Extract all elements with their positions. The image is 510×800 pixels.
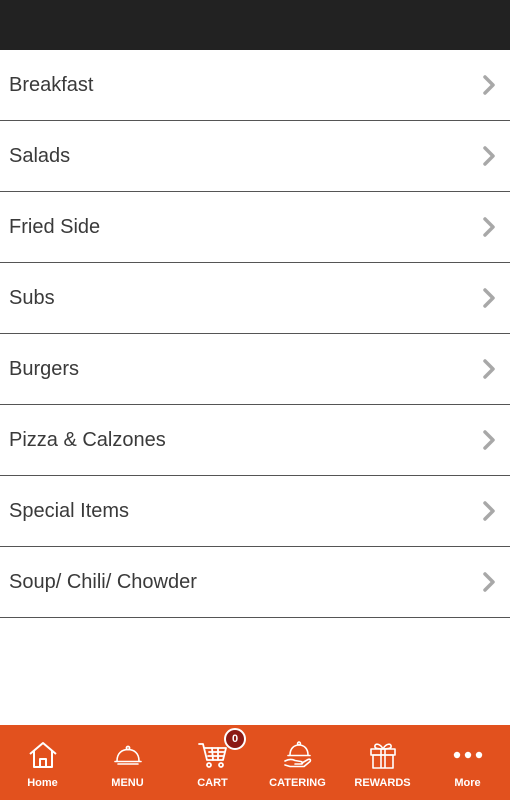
tab-label: REWARDS <box>354 777 411 789</box>
cart-count-badge: 0 <box>224 728 246 750</box>
tab-catering[interactable]: CATERING <box>255 725 340 800</box>
category-breakfast[interactable]: Breakfast <box>0 50 510 121</box>
category-label: Fried Side <box>9 215 101 238</box>
category-label: Breakfast <box>9 73 94 96</box>
top-header-bar <box>0 0 510 50</box>
tab-cart[interactable]: CART 0 <box>170 725 255 800</box>
home-icon <box>28 742 57 768</box>
chevron-right-icon <box>483 288 495 308</box>
category-label: Burgers <box>9 357 80 380</box>
chevron-right-icon <box>483 572 495 592</box>
catering-tray-icon <box>283 741 311 768</box>
tab-more[interactable]: More <box>425 725 510 800</box>
gift-icon <box>369 743 396 769</box>
category-salads[interactable]: Salads <box>0 121 510 192</box>
tab-home[interactable]: Home <box>0 725 85 800</box>
category-fried-side[interactable]: Fried Side <box>0 192 510 263</box>
category-special-items[interactable]: Special Items <box>0 476 510 547</box>
serving-cloche-icon <box>113 745 142 765</box>
menu-category-list: Breakfast Salads Fried Side Subs Burgers… <box>0 50 510 618</box>
chevron-right-icon <box>483 217 495 237</box>
category-label: Pizza & Calzones <box>9 428 166 451</box>
category-burgers[interactable]: Burgers <box>0 334 510 405</box>
tab-label: MENU <box>111 777 144 789</box>
category-label: Special Items <box>9 499 130 522</box>
tab-label: More <box>454 777 481 789</box>
chevron-right-icon <box>483 75 495 95</box>
tab-label: CATERING <box>269 777 326 789</box>
chevron-right-icon <box>483 501 495 521</box>
tab-label: CART <box>197 777 228 789</box>
tab-menu[interactable]: MENU <box>85 725 170 800</box>
more-dots-icon <box>453 751 482 759</box>
category-label: Subs <box>9 286 55 309</box>
cart-icon <box>197 743 227 768</box>
category-pizza-calzones[interactable]: Pizza & Calzones <box>0 405 510 476</box>
bottom-tab-bar: Home MENU CART 0 CATERING REWARDS More <box>0 725 510 800</box>
category-soup-chili-chowder[interactable]: Soup/ Chili/ Chowder <box>0 547 510 618</box>
tab-rewards[interactable]: REWARDS <box>340 725 425 800</box>
category-label: Salads <box>9 144 71 167</box>
chevron-right-icon <box>483 430 495 450</box>
chevron-right-icon <box>483 359 495 379</box>
chevron-right-icon <box>483 146 495 166</box>
category-subs[interactable]: Subs <box>0 263 510 334</box>
tab-label: Home <box>27 777 58 789</box>
category-label: Soup/ Chili/ Chowder <box>9 570 197 593</box>
